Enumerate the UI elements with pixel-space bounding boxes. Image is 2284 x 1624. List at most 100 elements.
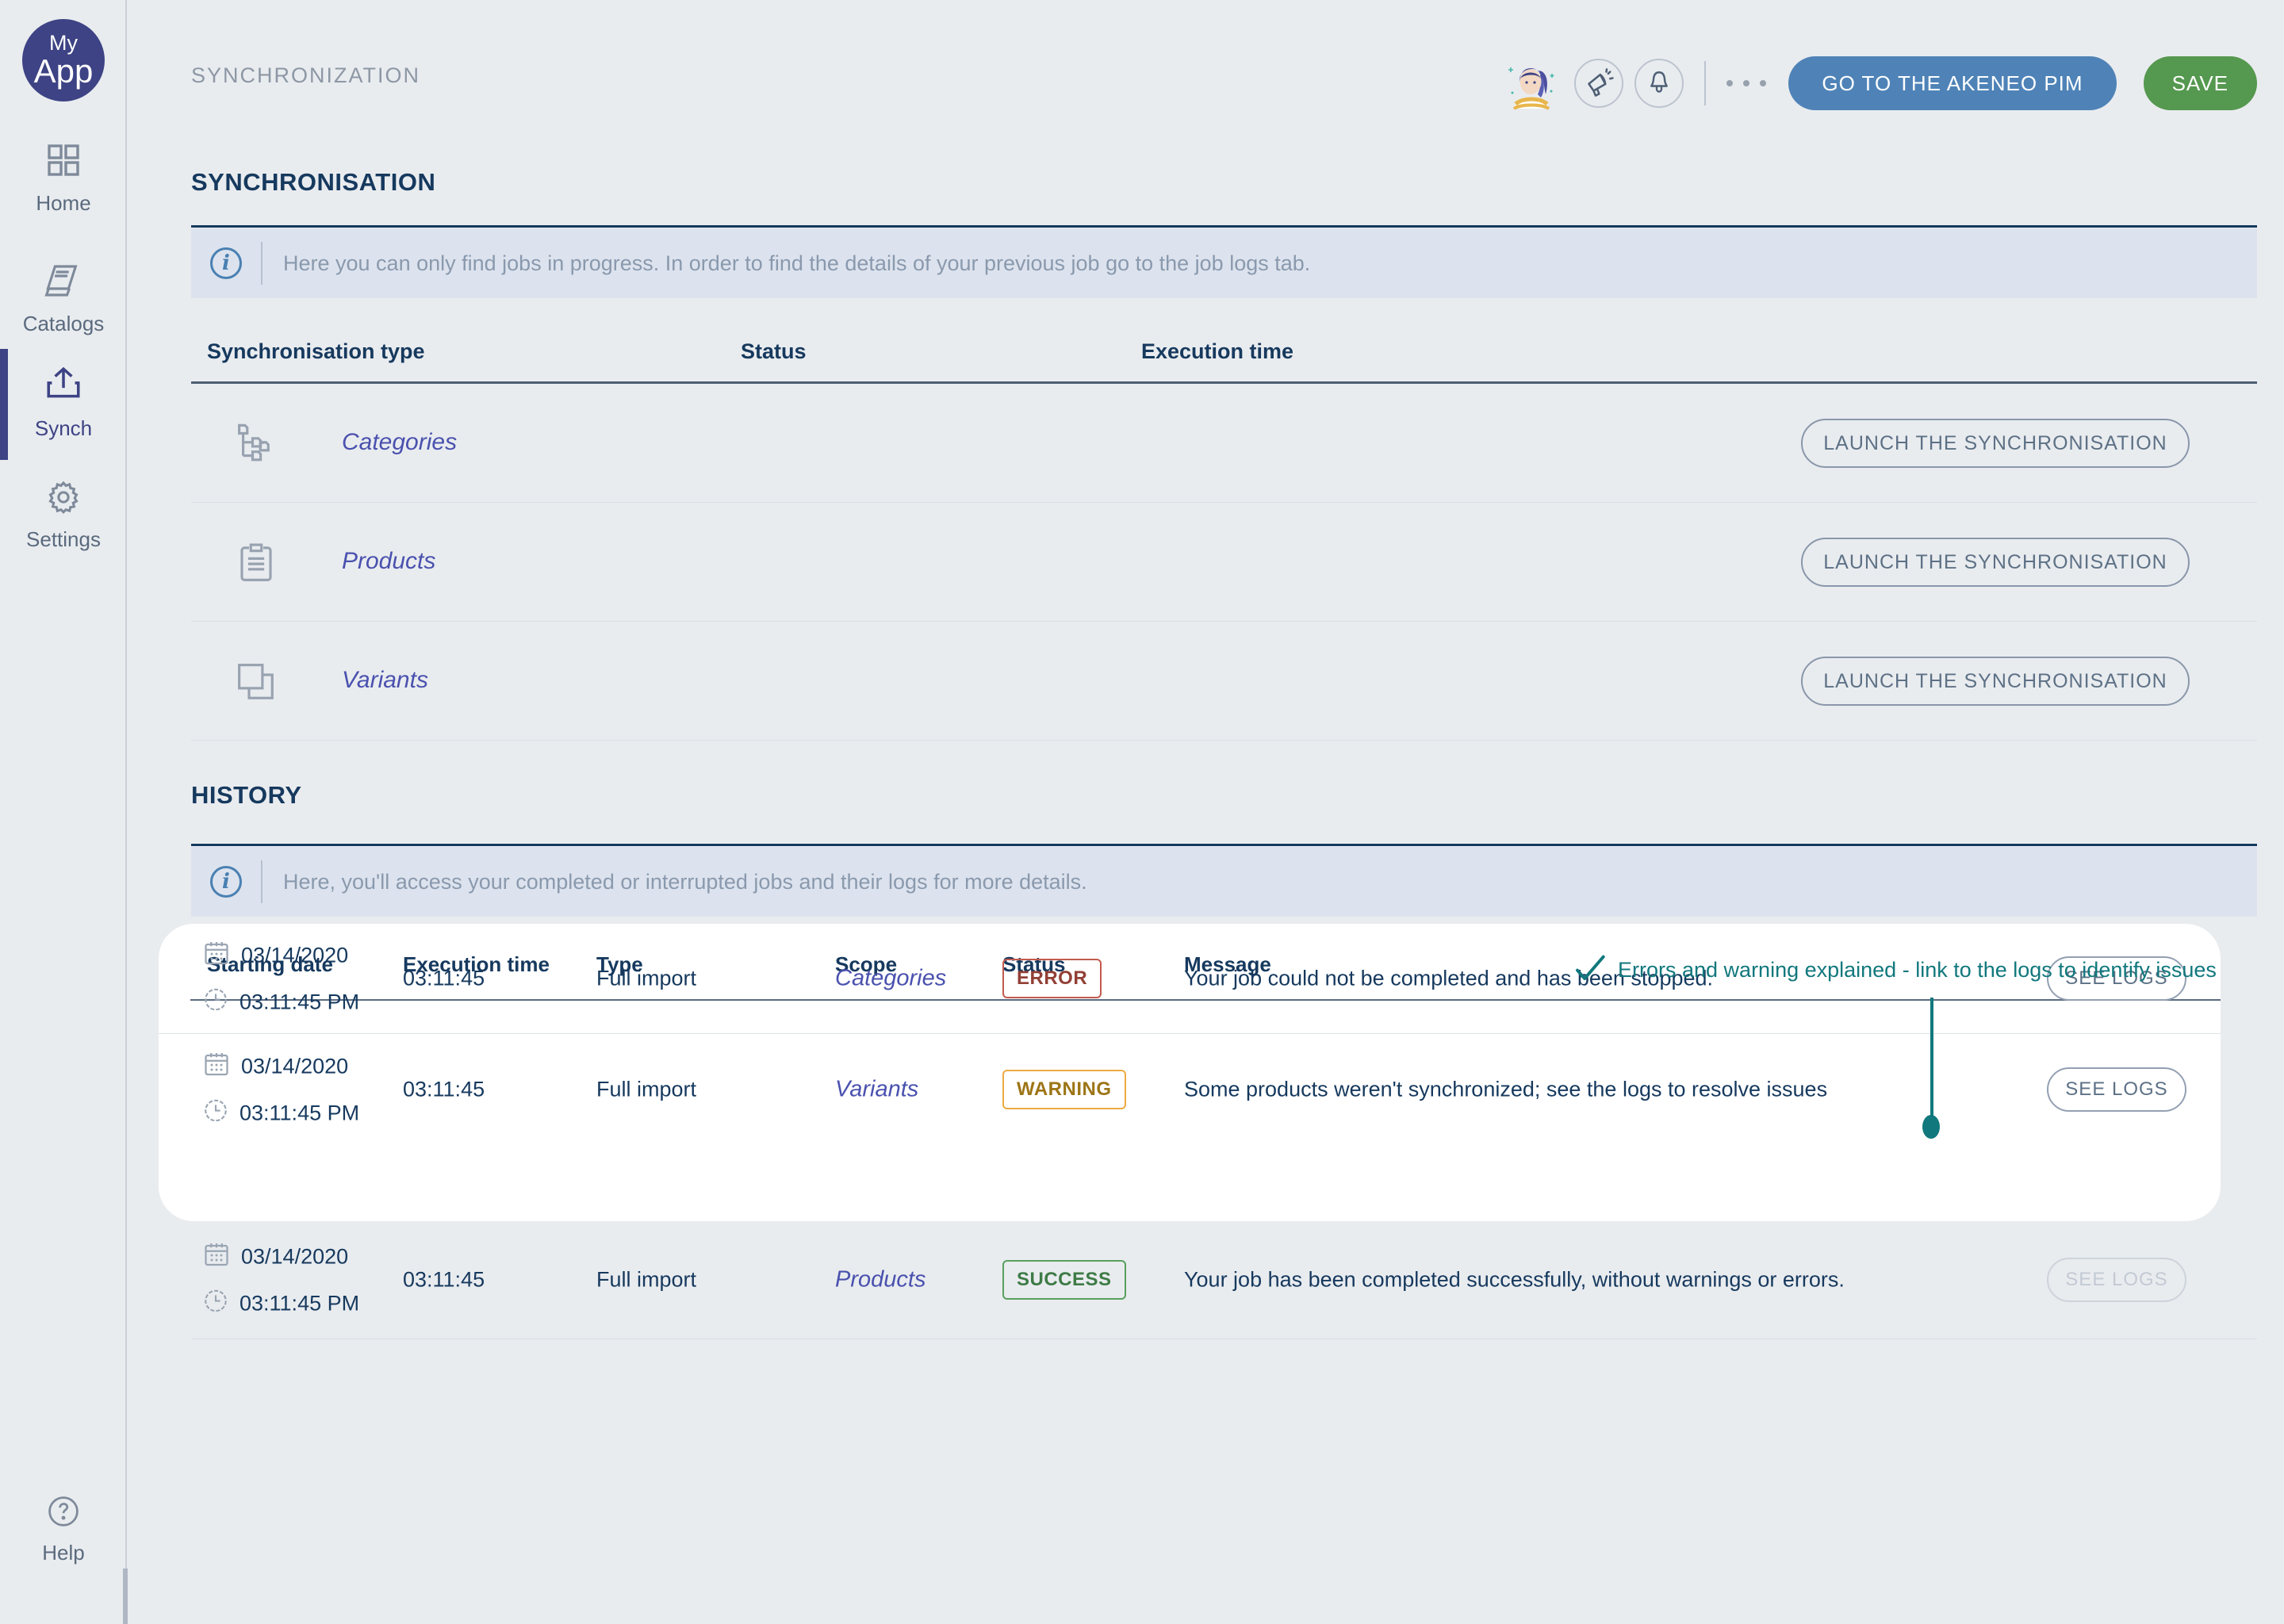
header-divider <box>1704 61 1706 105</box>
more-options-button[interactable] <box>1726 80 1766 86</box>
main-content: SYNCHRONIZATION <box>128 0 2284 1624</box>
sidebar-item-label: Help <box>42 1541 84 1565</box>
status-cell: WARNING <box>1002 1070 1126 1109</box>
save-button[interactable]: SAVE <box>2144 56 2257 110</box>
sidebar-item-label: Catalogs <box>23 312 105 336</box>
status-badge: ERROR <box>1002 959 1102 998</box>
banner-divider <box>261 242 263 285</box>
app-logo: My App <box>22 19 105 102</box>
categories-tree-icon <box>235 423 278 469</box>
sync-scope-link[interactable]: Variants <box>342 667 428 694</box>
app-screen: My App Home Catalogs <box>0 0 2284 1624</box>
clock-icon <box>202 1288 229 1320</box>
type-cell: Full import <box>596 1077 696 1101</box>
grid-icon <box>44 141 82 183</box>
history-section-title: HISTORY <box>191 781 302 810</box>
execution-time-cell: 03:11:45 <box>403 1077 485 1101</box>
execution-time-cell: 03:11:45 <box>403 1268 485 1293</box>
scope-link[interactable]: Variants <box>835 1076 918 1102</box>
announcements-button[interactable] <box>1574 59 1623 108</box>
type-cell: Full import <box>596 1268 696 1293</box>
clipboard-icon <box>235 542 278 588</box>
go-to-pim-button[interactable]: GO TO THE AKENEO PIM <box>1788 56 2116 110</box>
user-avatar[interactable] <box>1504 56 1558 110</box>
history-info-text: Here, you'll access your completed or in… <box>283 870 1087 894</box>
starting-time: 03:11:45 PM <box>240 990 359 1015</box>
starting-date: 03/14/2020 <box>241 1054 348 1078</box>
megaphone-icon <box>1584 67 1614 100</box>
sync-info-banner: i Here you can only find jobs in progres… <box>191 228 2257 298</box>
sidebar-item-help[interactable]: Help <box>0 1494 127 1565</box>
starting-date-cell: 03/14/2020 03:11:45 PM <box>202 1240 359 1320</box>
column-header: Execution time <box>1141 339 1293 364</box>
status-cell: SUCCESS <box>1002 1260 1126 1300</box>
sidebar-item-label: Synch <box>35 416 92 441</box>
gear-icon <box>45 479 82 519</box>
sync-scope-link[interactable]: Categories <box>342 429 457 456</box>
overlapping-squares-icon <box>235 661 278 707</box>
column-header: Status <box>741 339 807 364</box>
sidebar: My App Home Catalogs <box>0 0 127 1624</box>
calendar-icon <box>202 939 231 973</box>
annotation-pointer-line <box>1930 998 1933 1123</box>
sidebar-scrollbar-thumb[interactable] <box>123 1568 128 1624</box>
launch-sync-button[interactable]: LAUNCH THE SYNCHRONISATION <box>1801 657 2190 706</box>
column-header: Synchronisation type <box>207 339 425 364</box>
annotation-pointer-dot <box>1922 1115 1940 1139</box>
calendar-icon <box>202 1049 231 1083</box>
table-row-products: Products LAUNCH THE SYNCHRONISATION <box>191 503 2257 622</box>
sidebar-item-home[interactable]: Home <box>0 141 127 216</box>
table-row-categories: Categories LAUNCH THE SYNCHRONISATION <box>191 384 2257 503</box>
scope-link[interactable]: Categories <box>835 966 946 992</box>
notifications-button[interactable] <box>1634 59 1684 108</box>
help-icon <box>46 1494 81 1533</box>
book-icon <box>44 262 82 304</box>
bell-icon <box>1645 68 1673 99</box>
starting-time: 03:11:45 PM <box>240 1292 359 1316</box>
info-icon: i <box>210 247 242 279</box>
sidebar-item-synch[interactable]: Synch <box>0 365 127 441</box>
sync-title-rule <box>191 225 2257 228</box>
starting-date: 03/14/2020 <box>241 944 348 968</box>
launch-sync-button[interactable]: LAUNCH THE SYNCHRONISATION <box>1801 538 2190 587</box>
sidebar-item-settings[interactable]: Settings <box>0 479 127 552</box>
status-cell: ERROR <box>1002 959 1102 998</box>
history-row-success: 03/14/2020 03:11:45 PM 03:11:45 Full imp <box>159 1221 2221 1339</box>
calendar-icon <box>202 1240 231 1274</box>
see-logs-button-disabled: SEE LOGS <box>2047 1258 2186 1302</box>
sync-section-title: SYNCHRONISATION <box>191 168 435 197</box>
page-title: SYNCHRONIZATION <box>191 63 420 88</box>
starting-date-cell: 03/14/2020 03:11:45 PM <box>202 939 359 1019</box>
clock-icon <box>202 1097 229 1129</box>
annotation: Errors and warning explained - link to t… <box>1575 955 2217 986</box>
annotation-text: Errors and warning explained - link to t… <box>1618 958 2217 982</box>
upload-icon <box>44 365 83 408</box>
scope-link[interactable]: Products <box>835 1267 925 1293</box>
sync-scope-link[interactable]: Products <box>342 548 435 575</box>
launch-sync-button[interactable]: LAUNCH THE SYNCHRONISATION <box>1801 419 2190 468</box>
history-info-banner: i Here, you'll access your completed or … <box>191 847 2257 917</box>
sync-table: Categories LAUNCH THE SYNCHRONISATION Pr… <box>191 384 2257 741</box>
execution-time-cell: 03:11:45 <box>403 967 485 991</box>
sidebar-item-catalogs[interactable]: Catalogs <box>0 262 127 336</box>
see-logs-button[interactable]: SEE LOGS <box>2047 1067 2186 1112</box>
status-badge: WARNING <box>1002 1070 1126 1109</box>
history-row-warning: 03/14/2020 03:11:45 PM 03:11:45 Full imp <box>159 1034 2221 1144</box>
logo-line2: App <box>34 54 94 89</box>
starting-time: 03:11:45 PM <box>240 1101 359 1125</box>
info-icon: i <box>210 866 242 898</box>
starting-date: 03/14/2020 <box>241 1245 348 1270</box>
message-cell: Some products weren't synchronized; see … <box>1184 1077 1945 1101</box>
status-badge: SUCCESS <box>1002 1260 1126 1300</box>
sync-table-header: Synchronisation type Status Execution ti… <box>191 339 2257 371</box>
sync-info-text: Here you can only find jobs in progress.… <box>283 251 1310 276</box>
starting-date-cell: 03/14/2020 03:11:45 PM <box>202 1049 359 1129</box>
history-row-success-inner: 03/14/2020 03:11:45 PM 03:11:45 Full imp <box>159 1221 2221 1339</box>
history-title-rule <box>191 844 2257 846</box>
header-actions: GO TO THE AKENEO PIM SAVE <box>1504 56 2257 111</box>
message-cell: Your job has been completed successfully… <box>1184 1268 1945 1293</box>
clock-icon <box>202 986 229 1019</box>
banner-divider <box>261 860 263 903</box>
sidebar-item-label: Home <box>36 191 90 216</box>
type-cell: Full import <box>596 967 696 991</box>
